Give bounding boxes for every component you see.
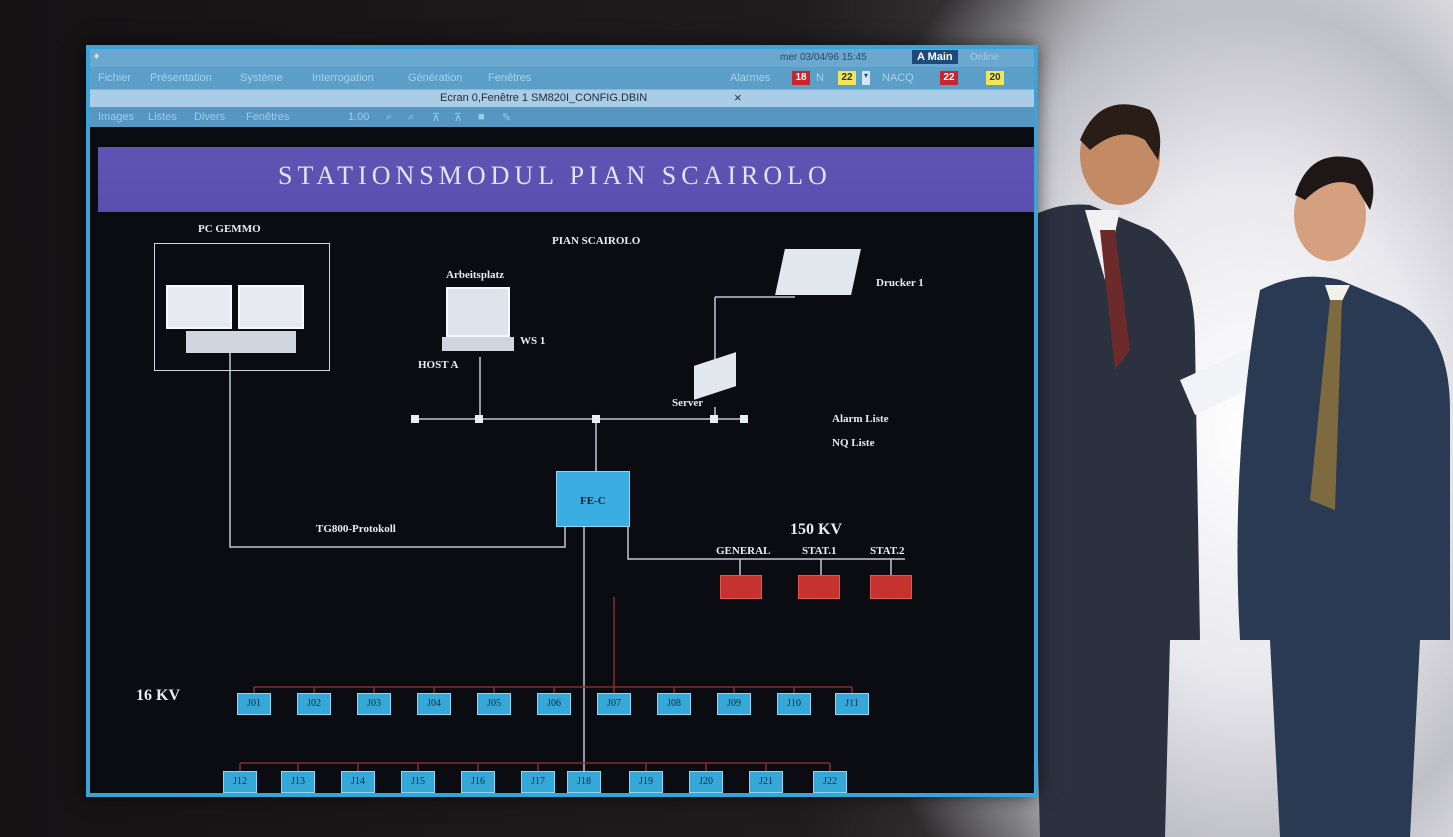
zoom-in-icon[interactable]: ⌕ [386,111,392,124]
feeder-j19[interactable]: J19 [629,771,663,793]
feeder-j02[interactable]: J02 [297,693,331,715]
menu-systeme[interactable]: Système [240,72,283,84]
menu-bar: Fichier Présentation Système Interrogati… [90,67,1034,89]
site-label: PIAN SCAIROLO [552,235,641,247]
printer-icon[interactable] [775,249,861,295]
feeder-j01[interactable]: J01 [237,693,271,715]
menu-divers[interactable]: Divers [194,111,225,123]
menu-listes[interactable]: Listes [148,111,177,123]
menu-fichier[interactable]: Fichier [98,72,131,84]
breaker-general-label: GENERAL [716,545,771,557]
breaker-stat1-label: STAT.1 [802,545,837,557]
pc-monitor-1[interactable] [166,285,232,329]
feeder-j14[interactable]: J14 [341,771,375,793]
square-icon[interactable]: ■ [478,111,485,123]
nq-list-link[interactable]: NQ Liste [832,437,874,449]
menu-generation[interactable]: Génération [408,72,462,84]
nacq-yellow-count[interactable]: 20 [986,71,1004,85]
menu-images[interactable]: Images [98,111,134,123]
feeder-j21[interactable]: J21 [749,771,783,793]
feeder-j09[interactable]: J09 [717,693,751,715]
protocol-label: TG800-Protokoll [316,523,396,535]
nacq-red-count[interactable]: 22 [940,71,958,85]
zoom-level: 1.00 [348,111,370,123]
pc-console [186,331,296,353]
ws-label: WS 1 [520,335,546,347]
breaker-stat2[interactable] [870,575,912,599]
close-icon[interactable]: × [734,90,742,105]
zoom-out-icon[interactable]: ⌕ [408,111,414,124]
feeder-j13[interactable]: J13 [281,771,315,793]
feeder-j05[interactable]: J05 [477,693,511,715]
menu-fenetres[interactable]: Fenêtres [488,72,531,84]
window-menu-icon[interactable]: ♦ [94,51,99,62]
feeder-j07[interactable]: J07 [597,693,631,715]
workstation-base [442,337,514,351]
feeder-j17[interactable]: J17 [521,771,555,793]
title-bar: ♦ mer 03/04/96 15:45 A Main Online [90,49,1034,67]
pc-gemmo-label: PC GEMMO [198,223,261,235]
alarms-label: Alarmes [730,72,771,84]
feeder-j16[interactable]: J16 [461,771,495,793]
document-title: Ecran 0,Fenêtre 1 SM820I_CONFIG.DBIN [440,92,648,104]
host-label: HOST A [418,359,459,371]
server-label: Server [672,397,704,409]
feeder-j18[interactable]: J18 [567,771,601,793]
kv150-label: 150 KV [790,521,842,538]
datetime: mer 03/04/96 15:45 [780,52,867,63]
monitor-window: ♦ mer 03/04/96 15:45 A Main Online Fichi… [86,45,1038,797]
feeder-j08[interactable]: J08 [657,693,691,715]
feeder-j15[interactable]: J15 [401,771,435,793]
fit-top-icon[interactable]: ⊼ [432,111,440,124]
pc-monitor-2[interactable] [238,285,304,329]
workstation-icon[interactable] [446,287,510,337]
menu-interrogation[interactable]: Interrogation [312,72,374,84]
hand-icon[interactable]: ✎ [502,111,511,124]
feeder-j04[interactable]: J04 [417,693,451,715]
alarm-list-link[interactable]: Alarm Liste [832,413,889,425]
menu-fenetres-2[interactable]: Fenêtres [246,111,289,123]
alarms-yellow-count[interactable]: 22 [838,71,856,85]
fec-label: FE-C [580,495,606,507]
feeder-j20[interactable]: J20 [689,771,723,793]
breaker-general[interactable] [720,575,762,599]
alarms-red-count[interactable]: 18 [792,71,810,85]
alarms-n-label: N [816,72,824,84]
toolbar: Images Listes Divers Fenêtres 1.00 ⌕ ⌕ ⊼… [90,107,1034,127]
kv16-label: 16 KV [136,687,180,704]
feeder-j03[interactable]: J03 [357,693,391,715]
feeder-j06[interactable]: J06 [537,693,571,715]
people-photo [986,104,1450,837]
status-label: Online [970,52,999,63]
dropdown-icon[interactable]: ▾ [862,71,870,85]
feeder-j11[interactable]: J11 [835,693,869,715]
nacq-label: NACQ [882,72,914,84]
printer-label: Drucker 1 [876,277,924,289]
fit-bottom-icon[interactable]: ⊼ [454,111,462,124]
workstation-label: Arbeitsplatz [446,269,505,281]
feeder-j12[interactable]: J12 [223,771,257,793]
feeder-j10[interactable]: J10 [777,693,811,715]
feeder-j22[interactable]: J22 [813,771,847,793]
breaker-stat2-label: STAT.2 [870,545,905,557]
diagram-canvas: STATIONSMODUL PIAN SCAIROLO PC GEMMO PIA… [90,127,1034,793]
breaker-stat1[interactable] [798,575,840,599]
menu-presentation[interactable]: Présentation [150,72,212,84]
mode-badge[interactable]: A Main [912,50,958,64]
document-bar: Ecran 0,Fenêtre 1 SM820I_CONFIG.DBIN × [90,89,1034,107]
